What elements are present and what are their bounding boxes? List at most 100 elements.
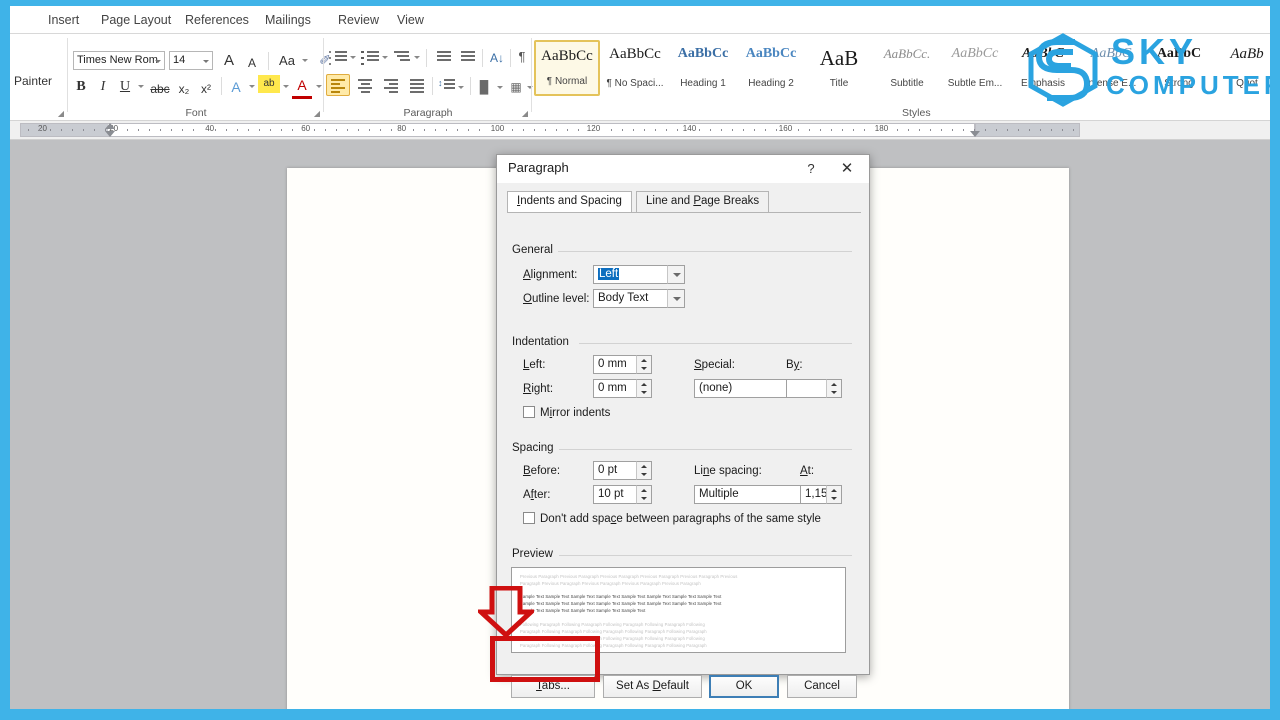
chevron-down-icon[interactable]: [497, 86, 503, 89]
cancel-button[interactable]: Cancel: [787, 675, 857, 698]
chevron-down-icon[interactable]: [350, 56, 356, 59]
outline-level-dropdown-button[interactable]: [667, 289, 685, 308]
font-color-icon[interactable]: A: [292, 74, 312, 99]
line-spacing-field[interactable]: Multiple: [694, 485, 810, 504]
spacing-before-field[interactable]: 0 pt: [593, 461, 637, 480]
stepper-up-icon[interactable]: [637, 486, 651, 495]
stepper-down-icon[interactable]: [637, 389, 651, 398]
grow-font-icon[interactable]: A: [218, 50, 240, 72]
paragraph-dialog-launcher-icon[interactable]: ◢: [522, 109, 528, 118]
hanging-indent-marker[interactable]: [105, 131, 115, 137]
bold-icon[interactable]: B: [71, 76, 91, 98]
stepper-down-icon[interactable]: [827, 495, 841, 504]
style-card-emphasis[interactable]: AaBbC Emphasis: [1010, 40, 1076, 96]
multilevel-list-icon[interactable]: [392, 48, 412, 67]
ribbon-tab-page-layout[interactable]: Page Layout: [93, 11, 179, 29]
stepper-up-icon[interactable]: [637, 356, 651, 365]
font-size-combo[interactable]: 14: [169, 51, 213, 70]
chevron-down-icon[interactable]: [382, 56, 388, 59]
indent-right-stepper[interactable]: [636, 379, 652, 398]
style-card-heading-2[interactable]: AaBbCc Heading 2: [738, 40, 804, 96]
stepper-up-icon[interactable]: [827, 380, 841, 389]
stepper-up-icon[interactable]: [637, 462, 651, 471]
change-case-icon[interactable]: Aa: [274, 50, 300, 72]
show-formatting-marks-icon[interactable]: ¶: [514, 46, 530, 68]
strikethrough-icon[interactable]: abc: [148, 78, 172, 100]
dialog-title-bar[interactable]: Paragraph ? ✕: [497, 155, 869, 183]
font-name-combo[interactable]: Times New Rom: [73, 51, 165, 70]
indent-left-field[interactable]: 0 mm: [593, 355, 637, 374]
ribbon-tab-mailings[interactable]: Mailings: [257, 11, 319, 29]
chevron-down-icon[interactable]: [283, 85, 289, 88]
set-as-default-button[interactable]: Set As Default: [603, 675, 702, 698]
subscript-icon[interactable]: x₂: [174, 78, 194, 100]
mirror-indents-label[interactable]: Mirror indents: [540, 407, 610, 419]
style-card-subtle-em[interactable]: AaBbCс Subtle Em...: [942, 40, 1008, 96]
dont-add-space-checkbox[interactable]: [523, 512, 535, 524]
stepper-up-icon[interactable]: [637, 380, 651, 389]
stepper-down-icon[interactable]: [827, 389, 841, 398]
indent-right-field[interactable]: 0 mm: [593, 379, 637, 398]
style-card-quot[interactable]: AaBb Quot: [1214, 40, 1270, 96]
mirror-indents-checkbox[interactable]: [523, 406, 535, 418]
superscript-icon[interactable]: x²: [196, 78, 216, 100]
ok-button[interactable]: OK: [709, 675, 779, 698]
style-card-heading-1[interactable]: AaBbCс Heading 1: [670, 40, 736, 96]
decrease-indent-icon[interactable]: [434, 48, 454, 67]
shrink-font-icon[interactable]: A: [242, 52, 262, 74]
alignment-combo-field[interactable]: Left: [593, 265, 668, 284]
align-right-icon[interactable]: [382, 77, 402, 96]
spacing-before-stepper[interactable]: [636, 461, 652, 480]
style-card-intense-e[interactable]: AaBbC Intense E...: [1078, 40, 1144, 96]
borders-icon[interactable]: ▦: [506, 76, 526, 98]
first-line-indent-marker[interactable]: [105, 123, 115, 129]
spacing-after-stepper[interactable]: [636, 485, 652, 504]
sort-icon[interactable]: A↓: [487, 47, 507, 69]
chevron-down-icon[interactable]: [249, 85, 255, 88]
by-stepper[interactable]: [826, 379, 842, 398]
ribbon-tab-references[interactable]: References: [177, 11, 257, 29]
stepper-down-icon[interactable]: [637, 471, 651, 480]
chevron-down-icon[interactable]: [302, 59, 308, 62]
numbering-icon[interactable]: [360, 48, 380, 67]
font-dialog-launcher-icon[interactable]: ◢: [314, 109, 320, 118]
align-left-icon[interactable]: [329, 77, 349, 96]
highlight-icon[interactable]: ab: [258, 75, 280, 93]
at-stepper[interactable]: [826, 485, 842, 504]
chevron-down-icon[interactable]: [458, 86, 464, 89]
chevron-down-icon[interactable]: [138, 85, 144, 88]
dialog-tab-indents-and-spacing[interactable]: Indents and Spacing: [507, 191, 632, 213]
format-painter-label[interactable]: Painter: [14, 74, 52, 88]
dont-add-space-label[interactable]: Don't add space between paragraphs of th…: [540, 513, 821, 525]
style-card-strong[interactable]: AaBbC Strong: [1146, 40, 1212, 96]
style-card-normal[interactable]: AaBbCс ¶ Normal: [534, 40, 600, 96]
stepper-down-icon[interactable]: [637, 365, 651, 374]
paragraph-dialog[interactable]: Paragraph ? ✕ Indents and Spacing Line a…: [496, 154, 870, 698]
spacing-after-field[interactable]: 10 pt: [593, 485, 637, 504]
ribbon-tab-review[interactable]: Review: [330, 11, 387, 29]
close-icon[interactable]: ✕: [833, 159, 861, 179]
shading-icon[interactable]: █: [474, 76, 494, 98]
outline-level-field[interactable]: Body Text: [593, 289, 668, 308]
ruler-track[interactable]: 20 20 40 60 80 100 120 140 160 180: [20, 123, 1262, 137]
style-card-subtitle[interactable]: AaBbCc. Subtitle: [874, 40, 940, 96]
italic-icon[interactable]: I: [93, 76, 113, 98]
ribbon-tab-insert[interactable]: Insert: [40, 11, 87, 29]
chevron-down-icon[interactable]: [316, 85, 322, 88]
style-card-no-spaci[interactable]: AaBbCс ¶ No Spaci...: [602, 40, 668, 96]
stepper-up-icon[interactable]: [827, 486, 841, 495]
text-effects-icon[interactable]: A: [226, 76, 246, 98]
right-indent-marker[interactable]: [970, 131, 980, 137]
horizontal-ruler[interactable]: 20 20 40 60 80 100 120 140 160 180: [10, 121, 1270, 140]
justify-icon[interactable]: [408, 77, 428, 96]
style-card-title[interactable]: AaB Title: [806, 40, 872, 96]
line-spacing-icon[interactable]: ↕: [437, 77, 457, 96]
dialog-tab-line-and-page-breaks[interactable]: Line and Page Breaks: [636, 191, 770, 212]
chevron-down-icon[interactable]: [414, 56, 420, 59]
indent-left-stepper[interactable]: [636, 355, 652, 374]
underline-icon[interactable]: U: [115, 76, 135, 98]
increase-indent-icon[interactable]: [458, 48, 478, 67]
stepper-down-icon[interactable]: [637, 495, 651, 504]
align-center-icon[interactable]: [356, 77, 376, 96]
ribbon-tab-view[interactable]: View: [389, 11, 432, 29]
